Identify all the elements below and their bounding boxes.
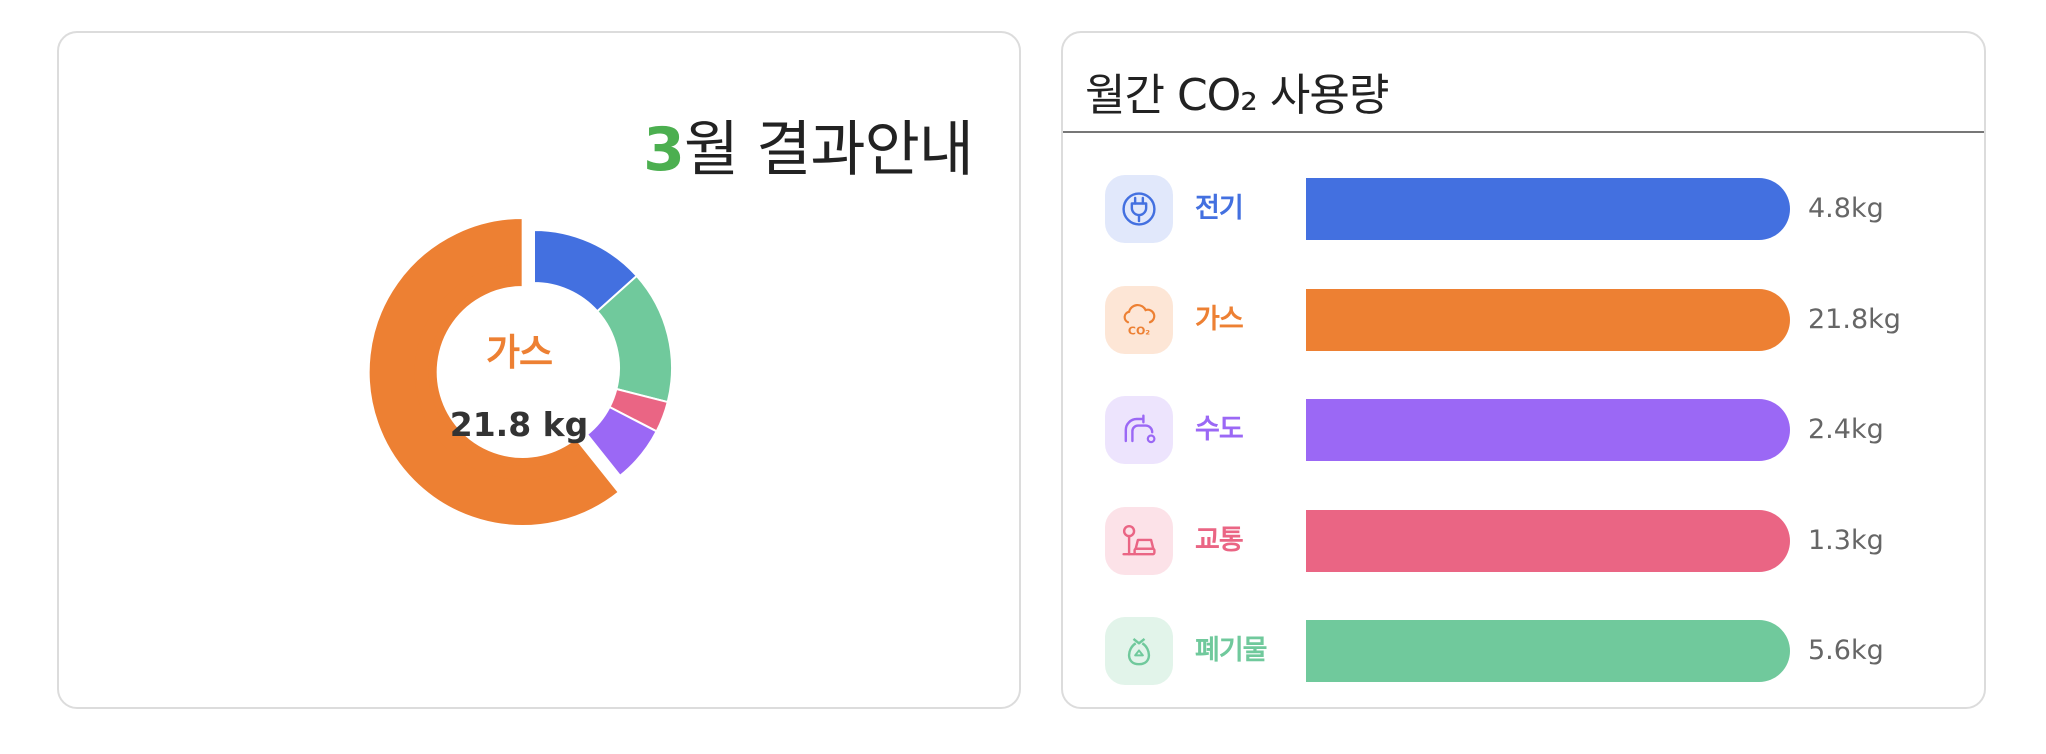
bar-category-label: 교통: [1195, 524, 1244, 556]
bar-category-label: 폐기물: [1195, 635, 1268, 666]
bar-category-label: 가스: [1195, 303, 1244, 335]
bar-fill: [1306, 509, 1790, 572]
title-divider: [1063, 131, 1984, 133]
bar-track: [1306, 399, 1790, 461]
waste-bag-icon: [1105, 617, 1173, 685]
bar-value-label: 2.4kg: [1808, 414, 1884, 445]
bar-track: [1306, 178, 1790, 240]
bar-row-4: 교통 1.3kg: [1063, 506, 1984, 575]
bar-track: [1306, 509, 1790, 572]
bar-track: [1306, 620, 1790, 682]
bar-fill: [1306, 399, 1790, 461]
monthly-co2-card: 월간 CO₂ 사용량 전기 4.8kg CO₂ 가스 21.8kg 수도 2.4kg 교통 1.…: [1061, 31, 1986, 709]
bar-fill: [1306, 620, 1790, 682]
bar-value-label: 21.8kg: [1808, 303, 1901, 335]
bar-track: [1306, 288, 1790, 351]
co2-cloud-icon: CO₂: [1105, 285, 1173, 354]
bar-row-5: 폐기물 5.6kg: [1063, 617, 1984, 685]
bar-value-label: 4.8kg: [1808, 193, 1884, 224]
bar-value-label: 1.3kg: [1808, 524, 1884, 556]
bar-row-2: CO₂ 가스 21.8kg: [1063, 285, 1984, 354]
bar-value-label: 5.6kg: [1808, 635, 1884, 666]
category-donut-chart: 가스 21.8 kg: [367, 216, 673, 527]
bar-fill: [1306, 178, 1790, 240]
faucet-icon: [1105, 396, 1173, 464]
bar-category-label: 수도: [1195, 414, 1244, 445]
bar-row-3: 수도 2.4kg: [1063, 396, 1984, 464]
bar-fill: [1306, 288, 1790, 351]
monthly-result-card: 3월 결과안내 가스 21.8 kg: [57, 31, 1021, 709]
svg-text:CO₂: CO₂: [1128, 324, 1150, 337]
bar-category-label: 전기: [1195, 193, 1244, 224]
donut-center-label: 가스: [486, 331, 552, 374]
monthly-co2-title: 월간 CO₂ 사용량: [1085, 70, 1389, 121]
bar-row-1: 전기 4.8kg: [1063, 175, 1984, 243]
donut-center-value: 21.8 kg: [450, 405, 588, 444]
plug-icon: [1105, 175, 1173, 243]
car-sign-icon: [1105, 506, 1173, 575]
